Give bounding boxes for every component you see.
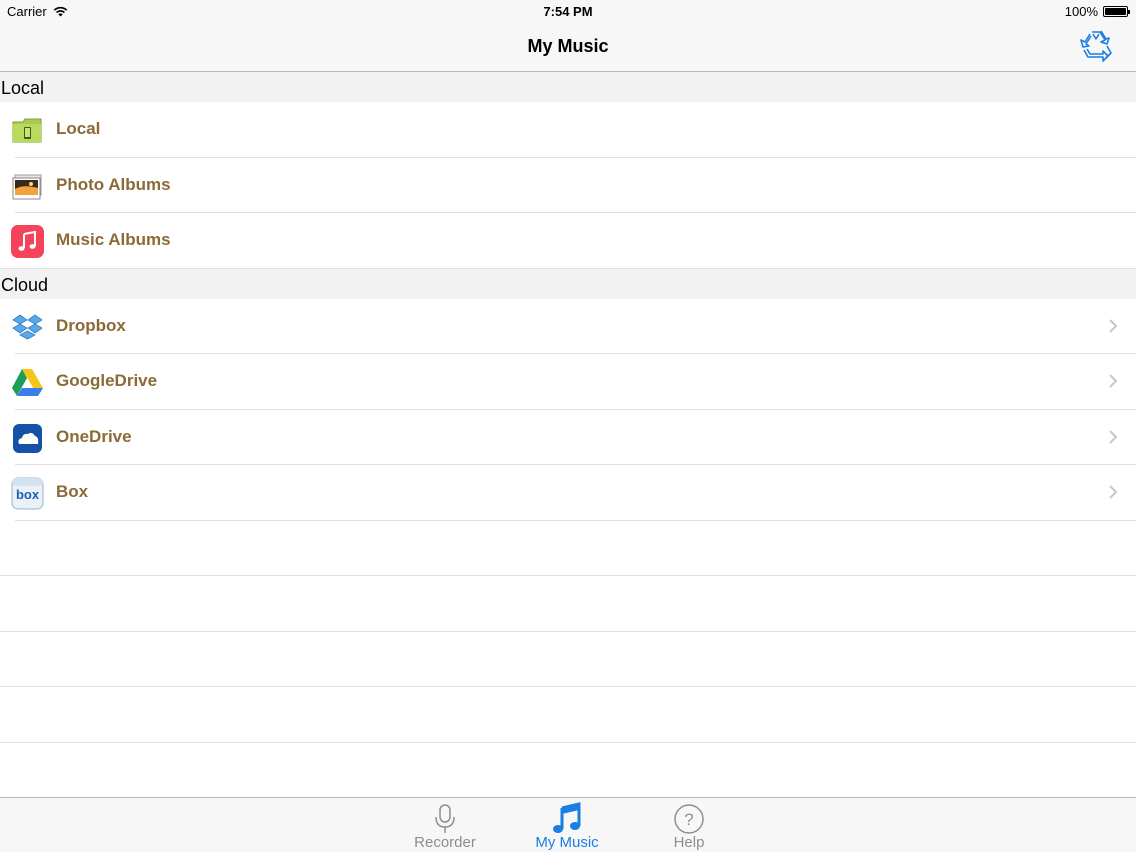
row-label: Dropbox <box>56 315 126 335</box>
svg-text:box: box <box>16 487 40 502</box>
tab-my-music[interactable]: My Music <box>522 798 612 852</box>
row-onedrive[interactable]: OneDrive <box>0 409 1136 465</box>
chevron-right-icon <box>1109 318 1118 333</box>
help-icon: ? <box>674 804 704 834</box>
music-albums-icon <box>11 225 44 258</box>
navigation-bar: My Music <box>0 22 1136 72</box>
box-icon: box <box>11 477 44 510</box>
tab-label: Recorder <box>414 834 476 851</box>
empty-row <box>0 521 1136 577</box>
row-local[interactable]: Local <box>0 102 1136 158</box>
battery-percent: 100% <box>1064 4 1098 19</box>
row-label: OneDrive <box>56 426 132 446</box>
music-note-icon <box>553 802 581 833</box>
row-label: Music Albums <box>56 230 171 249</box>
row-dropbox[interactable]: Dropbox <box>0 298 1136 354</box>
tab-label: My Music <box>535 834 599 851</box>
row-photo-albums[interactable]: Photo Albums <box>0 157 1136 213</box>
row-label: Local <box>56 119 101 138</box>
row-label: GoogleDrive <box>56 371 158 390</box>
recycle-icon <box>1080 30 1112 62</box>
tab-help[interactable]: ? Help <box>644 798 734 852</box>
chevron-right-icon <box>1109 485 1118 499</box>
chevron-right-icon <box>1109 374 1118 388</box>
row-google-drive[interactable]: GoogleDrive <box>0 354 1136 410</box>
page-title: My Music <box>527 36 609 56</box>
photo-albums-icon <box>12 174 42 199</box>
status-time: 7:54 PM <box>543 4 593 19</box>
onedrive-icon <box>13 423 42 453</box>
empty-row <box>0 576 1136 632</box>
tab-recorder[interactable]: Recorder <box>400 798 490 852</box>
chevron-right-icon <box>1109 429 1118 444</box>
source-table: Local Local Photo Albums Music Albums Cl… <box>0 72 1136 743</box>
folder-icon <box>12 118 42 143</box>
section-header-cloud: Cloud <box>0 268 1136 299</box>
dropbox-icon <box>12 314 43 339</box>
microphone-icon <box>435 804 455 833</box>
row-box[interactable]: box Box <box>0 465 1136 521</box>
empty-row <box>0 632 1136 688</box>
google-drive-icon <box>12 369 43 396</box>
status-bar: Carrier 7:54 PM 100% <box>0 0 1136 22</box>
row-music-albums[interactable]: Music Albums <box>0 213 1136 269</box>
tab-label: Help <box>673 834 705 851</box>
tab-bar: Recorder My Music ? Help <box>0 797 1136 852</box>
svg-text:?: ? <box>684 810 693 829</box>
row-label: Photo Albums <box>56 174 171 194</box>
empty-row <box>0 687 1136 743</box>
row-label: Box <box>56 482 89 501</box>
recycle-button[interactable] <box>1076 26 1116 66</box>
battery-icon <box>1103 6 1130 17</box>
section-header-local: Local <box>0 72 1136 102</box>
status-right: 100% <box>1064 4 1130 19</box>
